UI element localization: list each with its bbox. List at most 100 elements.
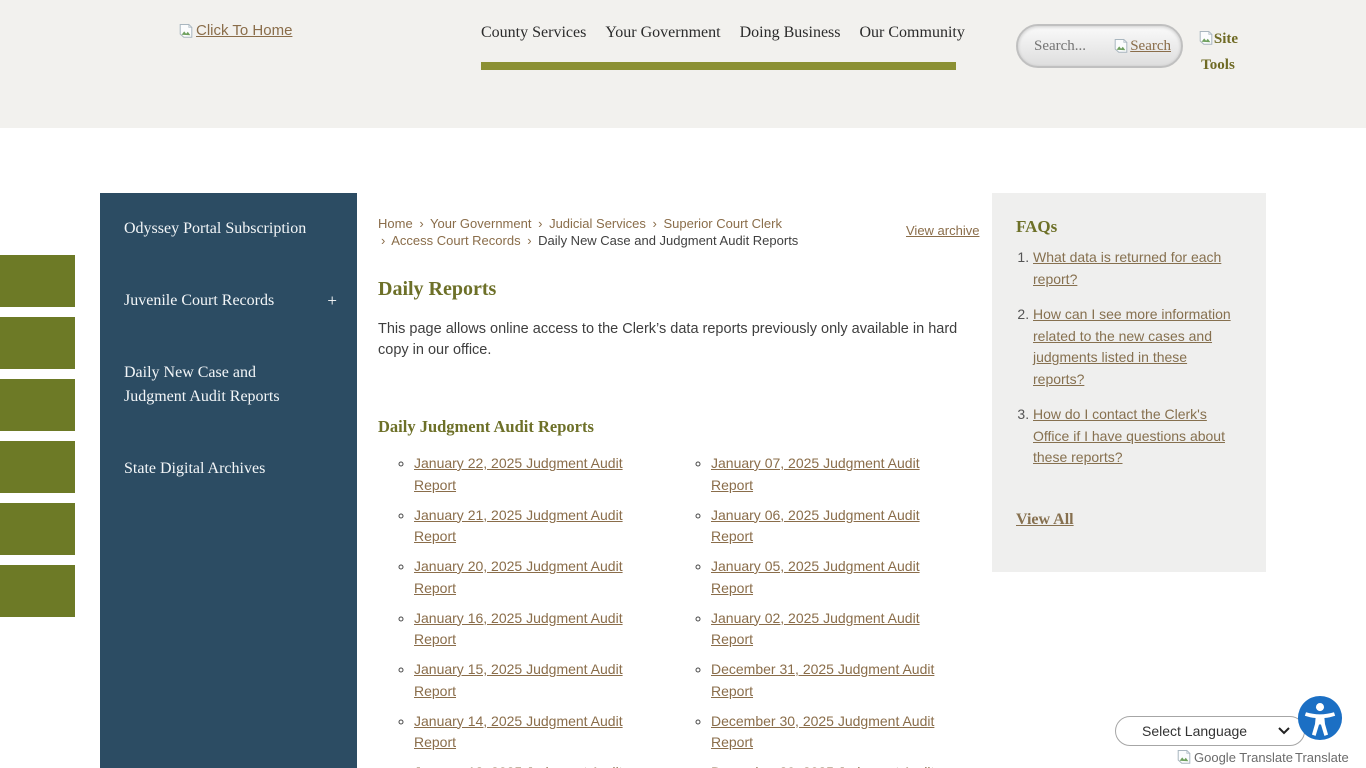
report-link[interactable]: January 05, 2025 Judgment Audit Report: [711, 558, 920, 596]
list-item: December 29, 2025 Judgment Audit Report: [711, 762, 943, 768]
nav-your-government[interactable]: Your Government: [605, 24, 720, 42]
sidebar-item-daily-new-case-and-judgment-audit-reports[interactable]: Daily New Case and Judgment Audit Report…: [100, 337, 357, 433]
report-links: January 22, 2025 Judgment Audit Report J…: [378, 453, 972, 768]
social-share-rail: [0, 255, 75, 617]
view-archive-link[interactable]: View archive: [906, 223, 979, 238]
breadcrumb-line-1: Home › Your Government › Judicial Servic…: [378, 215, 972, 232]
breadcrumb-separator: ›: [416, 216, 426, 231]
list-item: January 20, 2025 Judgment Audit Report: [414, 556, 646, 599]
site-tools-link[interactable]: Site Tools: [1197, 26, 1239, 78]
social-share-block[interactable]: [0, 379, 75, 431]
page: Click To Home County Services Your Gover…: [0, 0, 1366, 768]
sidebar-item-label: Juvenile Court Records: [124, 292, 274, 309]
page-title: Daily Reports: [378, 278, 972, 301]
faq-title: FAQs: [1016, 217, 1242, 237]
report-link[interactable]: January 16, 2025 Judgment Audit Report: [414, 610, 623, 648]
list-item: January 21, 2025 Judgment Audit Report: [414, 505, 646, 548]
expand-plus-icon[interactable]: +: [327, 289, 337, 313]
header: Click To Home County Services Your Gover…: [0, 0, 1366, 128]
language-select-value: Select Language: [1142, 723, 1278, 739]
social-share-block[interactable]: [0, 255, 75, 307]
faq-link[interactable]: What data is returned for each report?: [1033, 249, 1221, 287]
sidebar-item-state-digital-archives[interactable]: State Digital Archives: [100, 433, 357, 505]
list-item: January 05, 2025 Judgment Audit Report: [711, 556, 943, 599]
report-link[interactable]: January 14, 2025 Judgment Audit Report: [414, 713, 623, 751]
sidebar-item-label: Daily New Case and Judgment Audit Report…: [124, 364, 280, 405]
accessibility-icon: [1297, 695, 1343, 741]
broken-image-icon: [178, 23, 194, 39]
faq-list: What data is returned for each report? H…: [1016, 247, 1242, 469]
home-logo-link[interactable]: Click To Home: [178, 22, 292, 39]
list-item: How can I see more information related t…: [1033, 304, 1242, 390]
list-item: January 15, 2025 Judgment Audit Report: [414, 659, 646, 702]
report-link[interactable]: January 13, 2025 Judgment Audit Report: [414, 764, 623, 768]
language-select[interactable]: Select Language: [1115, 716, 1305, 746]
section-title: Daily Judgment Audit Reports: [378, 417, 972, 437]
breadcrumb-access-court-records[interactable]: Access Court Records: [391, 233, 520, 248]
social-share-block[interactable]: [0, 503, 75, 555]
broken-image-icon: [1198, 30, 1214, 46]
google-translate-label: Translate: [1295, 750, 1349, 765]
sidebar: Odyssey Portal Subscription Juvenile Cou…: [100, 193, 357, 768]
breadcrumb-superior-court-clerk[interactable]: Superior Court Clerk: [663, 216, 782, 231]
sidebar-item-odyssey-portal-subscription[interactable]: Odyssey Portal Subscription: [100, 193, 357, 265]
chevron-down-icon: [1278, 727, 1290, 735]
sidebar-item-label: State Digital Archives: [124, 460, 265, 477]
list-item: December 31, 2025 Judgment Audit Report: [711, 659, 943, 702]
breadcrumb-separator: ›: [378, 233, 388, 248]
faq-link[interactable]: How can I see more information related t…: [1033, 306, 1231, 387]
search-button-label: Search: [1130, 38, 1171, 55]
list-item: January 02, 2025 Judgment Audit Report: [711, 608, 943, 651]
list-item: January 16, 2025 Judgment Audit Report: [414, 608, 646, 651]
social-share-block[interactable]: [0, 565, 75, 617]
breadcrumb-separator: ›: [524, 233, 534, 248]
main-nav: County Services Your Government Doing Bu…: [481, 24, 956, 42]
google-translate-logo-alt: Google Translate: [1194, 750, 1293, 765]
sidebar-item-juvenile-court-records[interactable]: Juvenile Court Records +: [100, 265, 357, 337]
report-link[interactable]: January 07, 2025 Judgment Audit Report: [711, 455, 920, 493]
broken-image-icon: [1176, 749, 1192, 765]
report-link[interactable]: December 30, 2025 Judgment Audit Report: [711, 713, 934, 751]
google-translate-attribution: Google Translate Translate: [1176, 749, 1349, 765]
accessibility-widget-button[interactable]: [1297, 695, 1343, 741]
faq-link[interactable]: How do I contact the Clerk's Office if I…: [1033, 406, 1225, 465]
list-item: What data is returned for each report?: [1033, 247, 1242, 290]
breadcrumb-your-government[interactable]: Your Government: [430, 216, 531, 231]
list-item: December 30, 2025 Judgment Audit Report: [711, 711, 943, 754]
report-links-column-2: January 07, 2025 Judgment Audit Report J…: [675, 453, 972, 768]
list-item: January 14, 2025 Judgment Audit Report: [414, 711, 646, 754]
report-links-column-1: January 22, 2025 Judgment Audit Report J…: [378, 453, 675, 768]
search-button[interactable]: Search: [1113, 38, 1171, 55]
report-link[interactable]: January 15, 2025 Judgment Audit Report: [414, 661, 623, 699]
breadcrumb-current-page: Daily New Case and Judgment Audit Report…: [538, 233, 798, 248]
nav-our-community[interactable]: Our Community: [860, 24, 965, 42]
nav-county-services[interactable]: County Services: [481, 24, 586, 42]
breadcrumb-separator: ›: [535, 216, 545, 231]
home-logo-label: Click To Home: [196, 22, 292, 39]
search-box: Search: [1016, 24, 1183, 68]
list-item: January 07, 2025 Judgment Audit Report: [711, 453, 943, 496]
nav-underline-bar: [481, 62, 956, 70]
report-link[interactable]: January 02, 2025 Judgment Audit Report: [711, 610, 920, 648]
breadcrumb-home[interactable]: Home: [378, 216, 413, 231]
list-item: January 06, 2025 Judgment Audit Report: [711, 505, 943, 548]
broken-image-icon: [1113, 38, 1129, 54]
social-share-block[interactable]: [0, 441, 75, 493]
report-link[interactable]: January 06, 2025 Judgment Audit Report: [711, 507, 920, 545]
search-input[interactable]: [1034, 38, 1113, 55]
intro-paragraph: This page allows online access to the Cl…: [378, 319, 960, 361]
list-item: How do I contact the Clerk's Office if I…: [1033, 404, 1242, 469]
nav-doing-business[interactable]: Doing Business: [740, 24, 841, 42]
list-item: January 13, 2025 Judgment Audit Report: [414, 762, 646, 768]
report-link[interactable]: December 29, 2025 Judgment Audit Report: [711, 764, 934, 768]
breadcrumb-judicial-services[interactable]: Judicial Services: [549, 216, 646, 231]
faq-view-all-link[interactable]: View All: [1016, 511, 1074, 529]
report-link[interactable]: January 21, 2025 Judgment Audit Report: [414, 507, 623, 545]
breadcrumb-line-2: › Access Court Records › Daily New Case …: [378, 232, 972, 249]
social-share-block[interactable]: [0, 317, 75, 369]
main-content: View archive Home › Your Government › Ju…: [378, 215, 972, 768]
report-link[interactable]: December 31, 2025 Judgment Audit Report: [711, 661, 934, 699]
report-link[interactable]: January 20, 2025 Judgment Audit Report: [414, 558, 623, 596]
breadcrumb-separator: ›: [650, 216, 660, 231]
report-link[interactable]: January 22, 2025 Judgment Audit Report: [414, 455, 623, 493]
